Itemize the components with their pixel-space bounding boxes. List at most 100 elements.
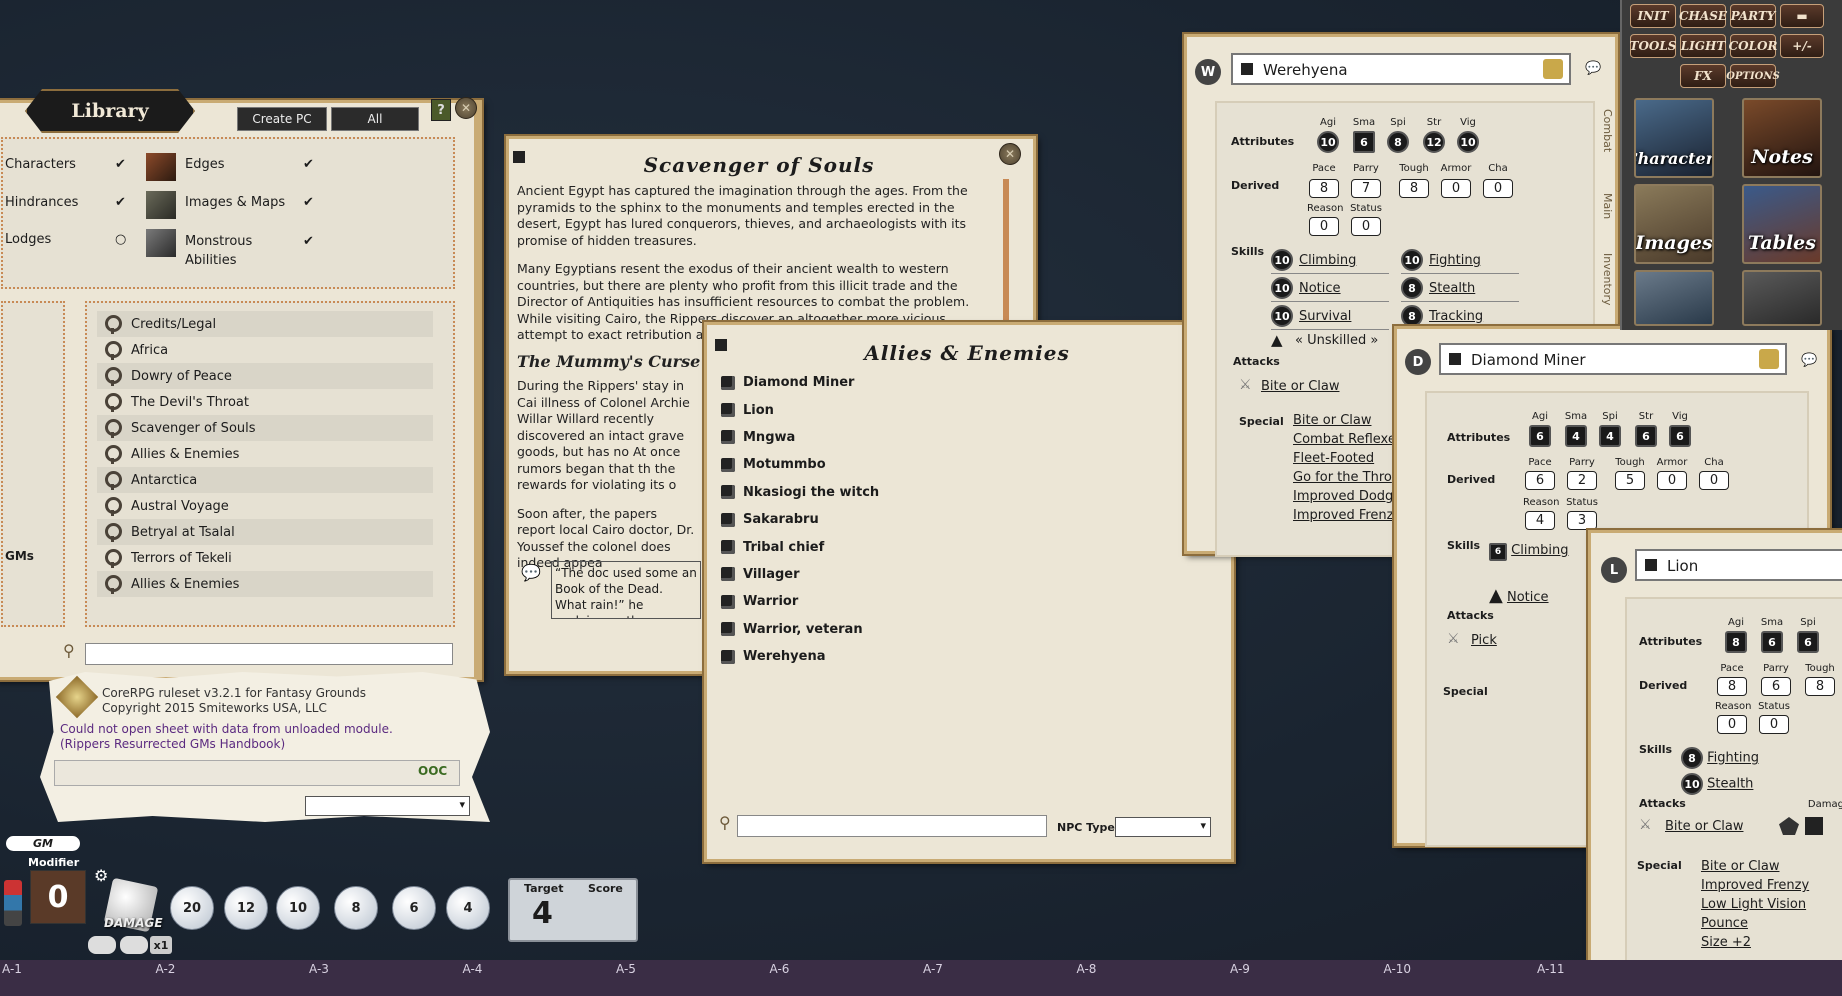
tab-combat[interactable]: Combat bbox=[1601, 109, 1614, 152]
attr-die[interactable]: 6 bbox=[1797, 631, 1819, 653]
attr-die[interactable]: 6 bbox=[1669, 425, 1691, 447]
attr-die[interactable]: 8 bbox=[1387, 131, 1409, 153]
target-value[interactable]: 4 bbox=[532, 896, 553, 931]
special-ability[interactable]: Improved Frenzy bbox=[1293, 506, 1403, 525]
link-icon[interactable] bbox=[1449, 353, 1461, 365]
derived-value[interactable]: 8 bbox=[1309, 179, 1339, 198]
tools-button[interactable]: TOOLS bbox=[1630, 34, 1676, 58]
help-button[interactable]: ? bbox=[431, 99, 451, 121]
attr-die[interactable]: 4 bbox=[1565, 425, 1587, 447]
skill-name[interactable]: Notice bbox=[1507, 590, 1549, 605]
token-icon[interactable] bbox=[1543, 59, 1563, 79]
library-item[interactable]: Terrors of Tekeli bbox=[97, 545, 433, 571]
derived-value[interactable]: 7 bbox=[1351, 179, 1381, 198]
all-filter-button[interactable]: All bbox=[331, 107, 419, 131]
link-icon[interactable] bbox=[1645, 559, 1657, 571]
attack-bite-or-claw[interactable]: Bite or Claw bbox=[1261, 379, 1339, 394]
tables-tile[interactable]: Tables bbox=[1742, 184, 1822, 264]
color-button[interactable]: COLOR bbox=[1729, 34, 1777, 58]
attr-die[interactable]: 10 bbox=[1317, 131, 1339, 153]
tab-main[interactable]: Main bbox=[1601, 193, 1614, 219]
check-icon[interactable]: ○ bbox=[115, 232, 126, 247]
derived-value[interactable]: 0 bbox=[1699, 471, 1729, 490]
derived-value[interactable]: 6 bbox=[1525, 471, 1555, 490]
link-icon[interactable] bbox=[721, 622, 735, 637]
category-lodges[interactable]: Lodges ○ bbox=[5, 232, 126, 247]
special-ability[interactable]: Go for the Thro bbox=[1293, 468, 1403, 487]
library-item[interactable]: Allies & Enemies bbox=[97, 571, 433, 597]
skill-die[interactable]: 8 bbox=[1681, 747, 1703, 769]
library-item[interactable]: The Devil's Throat bbox=[97, 389, 433, 415]
derived-value[interactable]: 0 bbox=[1441, 179, 1471, 198]
library-item[interactable]: Africa bbox=[97, 337, 433, 363]
options-button[interactable]: OPTIONS bbox=[1726, 64, 1780, 88]
library-item[interactable]: Allies & Enemies bbox=[97, 441, 433, 467]
skill-die[interactable]: 10 bbox=[1401, 249, 1423, 271]
category-hindrances[interactable]: Hindrances ✔ bbox=[5, 195, 126, 210]
link-icon[interactable] bbox=[721, 485, 735, 500]
special-ability[interactable]: Combat Reflexes bbox=[1293, 430, 1403, 449]
npc-list-item[interactable]: Sakarabru bbox=[721, 506, 1181, 533]
story-close-button[interactable]: ✕ bbox=[999, 143, 1021, 165]
derived-value[interactable]: 8 bbox=[1717, 677, 1747, 696]
notes-tile[interactable]: Notes bbox=[1742, 98, 1822, 178]
library-item[interactable]: Austral Voyage bbox=[97, 493, 433, 519]
effects-icon[interactable] bbox=[4, 880, 22, 926]
chat-bubble-icon[interactable]: 💬 bbox=[1801, 353, 1817, 368]
attr-die[interactable]: 6 bbox=[1635, 425, 1657, 447]
reason-field[interactable]: 4 bbox=[1525, 511, 1555, 530]
library-search-icon[interactable]: ⚲ bbox=[63, 641, 77, 665]
library-item[interactable]: Antarctica bbox=[97, 467, 433, 493]
derived-value[interactable]: 2 bbox=[1567, 471, 1597, 490]
npc-list-item[interactable]: Diamond Miner bbox=[721, 369, 1181, 396]
modifier-box[interactable]: 0 bbox=[30, 870, 86, 924]
skill-name[interactable]: Fighting bbox=[1707, 751, 1759, 766]
link-icon[interactable] bbox=[1241, 63, 1253, 75]
allies-search-input[interactable] bbox=[737, 815, 1047, 837]
chat-bubble-icon[interactable]: 💬 bbox=[1585, 61, 1601, 76]
token-icon[interactable] bbox=[1759, 349, 1779, 369]
plus-minus-button[interactable]: +/- bbox=[1780, 34, 1824, 58]
link-icon[interactable] bbox=[721, 512, 735, 527]
d6-die-button[interactable]: 6 bbox=[392, 886, 436, 930]
attr-die[interactable]: 6 bbox=[1353, 131, 1375, 153]
npc-type-select[interactable]: ▾ bbox=[1115, 817, 1211, 837]
special-ability[interactable]: Low Light Vision bbox=[1701, 895, 1809, 914]
attack-icon[interactable]: ⚔ bbox=[1447, 631, 1460, 647]
npc-list-item[interactable]: Warrior, veteran bbox=[721, 616, 1181, 643]
skill-die[interactable]: 10 bbox=[1271, 277, 1293, 299]
special-ability[interactable]: Bite or Claw bbox=[1293, 411, 1403, 430]
attr-die[interactable]: 10 bbox=[1457, 131, 1479, 153]
d4-die-icon[interactable]: ▲ bbox=[1489, 585, 1503, 606]
allies-search-icon[interactable]: ⚲ bbox=[719, 813, 731, 832]
npc-list-item[interactable]: Mngwa bbox=[721, 424, 1181, 451]
skill-die[interactable]: 8 bbox=[1401, 305, 1423, 327]
special-ability[interactable]: Bite or Claw bbox=[1701, 857, 1809, 876]
npc-list-item[interactable]: Lion bbox=[721, 396, 1181, 423]
link-icon[interactable] bbox=[721, 649, 735, 664]
attr-die[interactable]: 6 bbox=[1761, 631, 1783, 653]
npc-list-item[interactable]: Warrior bbox=[721, 588, 1181, 615]
library-item[interactable]: Scavenger of Souls bbox=[97, 415, 433, 441]
npc-name-field[interactable]: Lion bbox=[1635, 549, 1842, 581]
attr-die[interactable]: 12 bbox=[1423, 131, 1445, 153]
modifiers-icon[interactable]: ▬ bbox=[1780, 4, 1824, 28]
derived-value[interactable]: 6 bbox=[1761, 677, 1791, 696]
special-ability[interactable]: Size +2 bbox=[1701, 933, 1809, 952]
npc-name-field[interactable]: Werehyena bbox=[1231, 53, 1571, 85]
skill-die[interactable]: 10 bbox=[1681, 773, 1703, 795]
status-field[interactable]: 3 bbox=[1567, 511, 1597, 530]
derived-value[interactable]: 0 bbox=[1483, 179, 1513, 198]
check-icon[interactable]: ✔ bbox=[115, 195, 126, 210]
skill-die[interactable]: 8 bbox=[1401, 277, 1423, 299]
characters-tile[interactable]: Characters bbox=[1634, 98, 1714, 178]
category-monstrous-abilities[interactable]: Monstrous Abilities ✔ bbox=[185, 232, 314, 270]
link-icon[interactable] bbox=[721, 430, 735, 445]
skill-name[interactable]: Climbing bbox=[1511, 543, 1568, 558]
d10-die-button[interactable]: 10 bbox=[276, 886, 320, 930]
wild-die-chip[interactable] bbox=[120, 936, 148, 954]
skill-die-d6[interactable]: 6 bbox=[1489, 543, 1507, 561]
skill-name[interactable]: Climbing bbox=[1299, 253, 1356, 268]
npc-list-item[interactable]: Villager bbox=[721, 561, 1181, 588]
attack-icon[interactable]: ⚔ bbox=[1239, 377, 1252, 393]
